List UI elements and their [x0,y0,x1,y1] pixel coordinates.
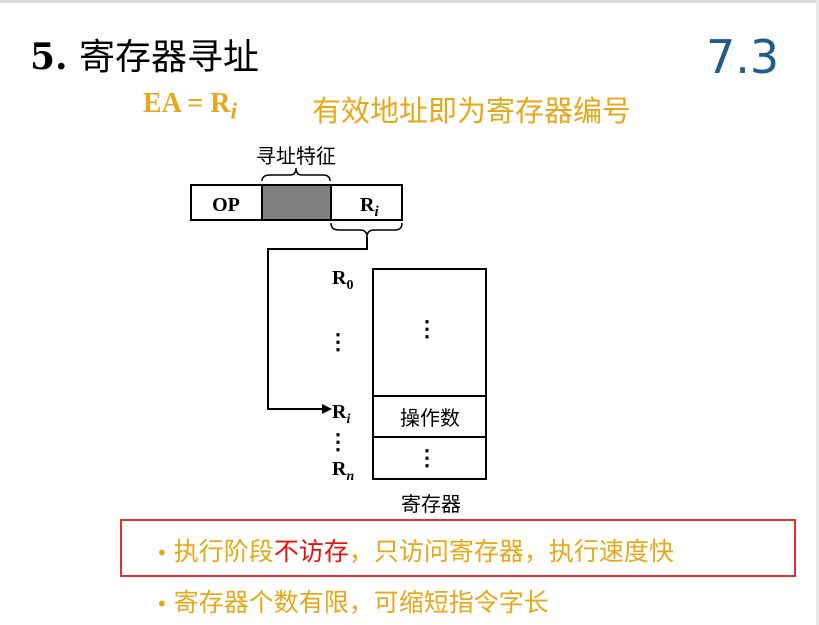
label-ri-sub: i [346,412,350,427]
pointer-line [267,237,368,410]
reg-brace [330,222,403,238]
bullet-1: • 执行阶段不访存，只访问寄存器，执行速度快 [156,532,674,568]
op-field: OP [212,194,240,216]
label-rn: Rn [332,458,354,484]
feature-caption: 寻址特征 [256,144,336,168]
bullet-2: • 寄存器个数有限，可缩短指令字长 [156,583,549,619]
feature-field [261,184,332,221]
label-rn-sub: n [346,469,354,484]
label-vdots-top: ⋮ [327,329,349,354]
bullet-2-marker: • [156,592,168,616]
bullet-2-text: 寄存器个数有限，可缩短指令字长 [173,588,549,617]
label-rn-r: R [332,458,347,480]
bullet-1-emphasis: 不访存 [273,537,349,566]
pointer-arrowhead [322,404,332,414]
bullet-1-pre: 执行阶段 [173,537,274,566]
operand-cell: 操作数 [400,406,460,430]
label-r0-sub: 0 [346,278,353,293]
label-r0-r: R [332,267,347,289]
bullet-1-post: ，只访问寄存器，执行速度快 [348,537,674,566]
register-file-caption: 寄存器 [401,492,461,516]
label-vdots-bottom: ⋮ [327,429,349,454]
feature-brace [261,167,331,182]
reg-field-r: R [360,194,375,216]
register-vdots-bottom: ⋮ [416,445,438,470]
label-ri-r: R [332,401,347,423]
bullet-1-marker: • [156,541,168,565]
label-r0: R0 [332,267,353,293]
register-vdots-top: ⋮ [416,316,438,341]
label-ri: Ri [332,401,350,427]
